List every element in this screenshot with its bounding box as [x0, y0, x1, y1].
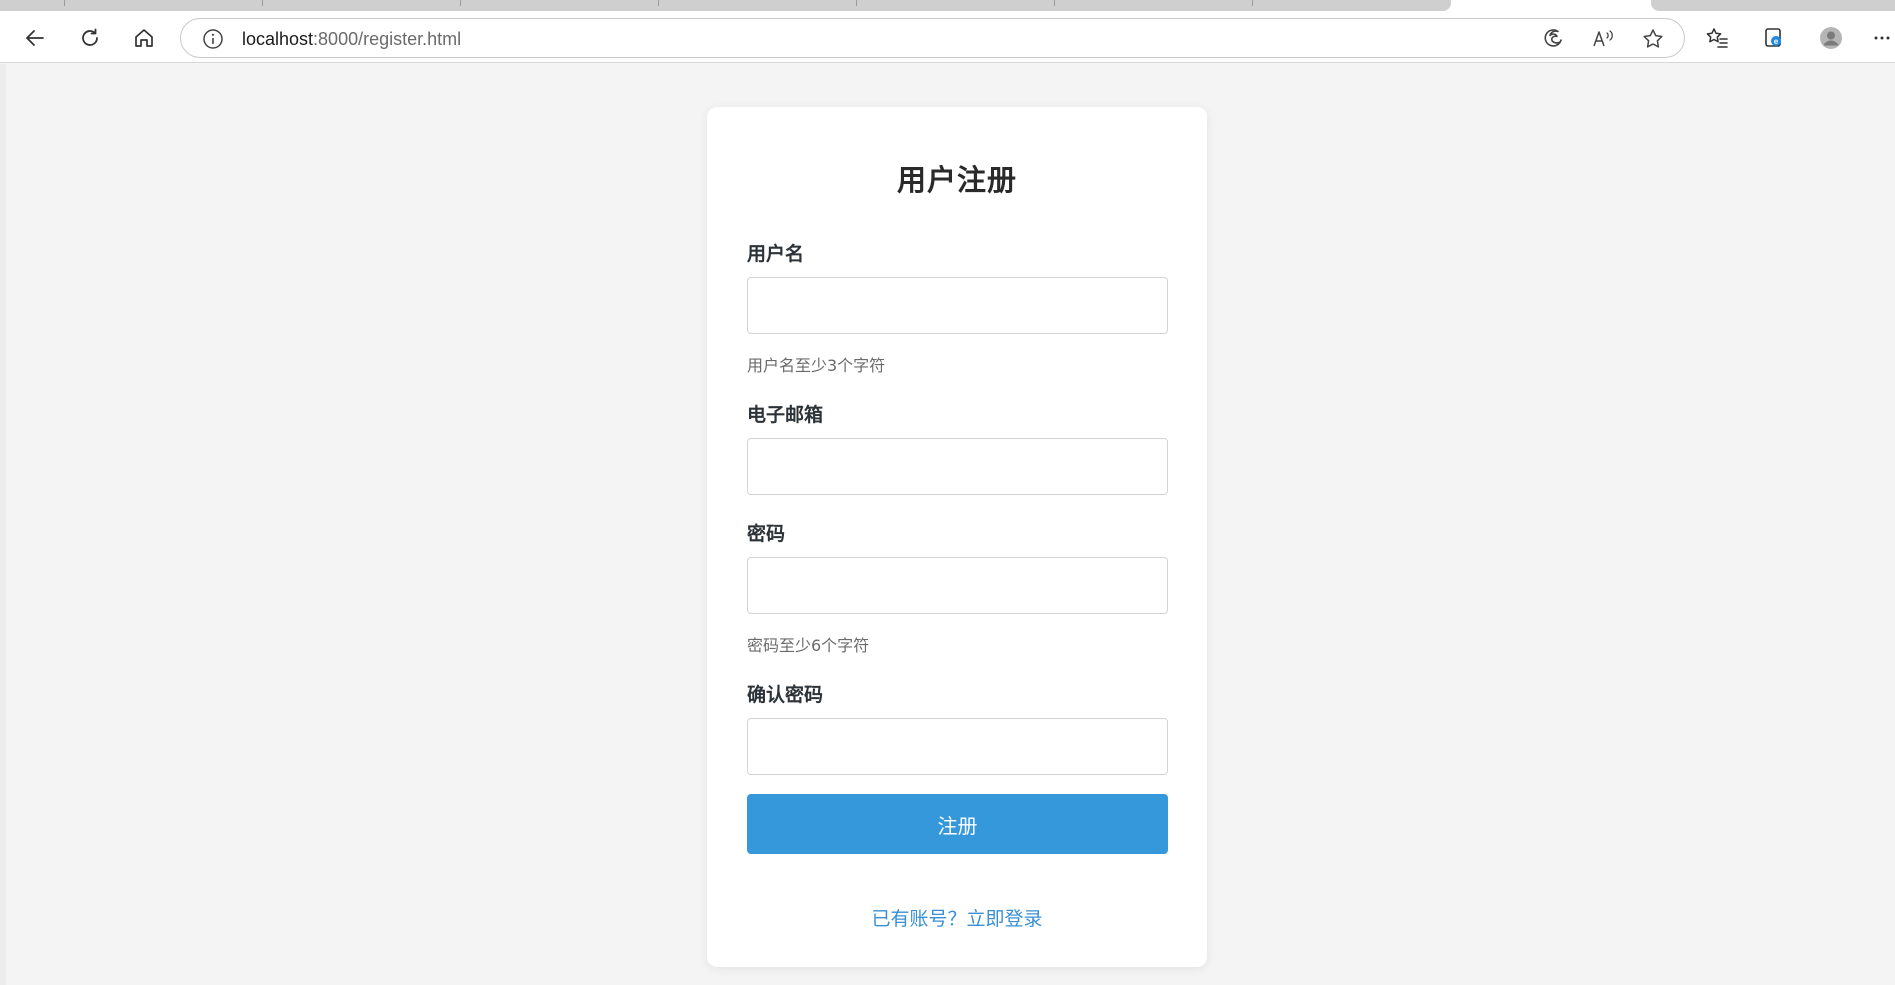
tab-separator	[1054, 0, 1055, 6]
password-input[interactable]	[747, 557, 1168, 614]
favorites-icon	[1706, 28, 1728, 48]
password-hint: 密码至少6个字符	[747, 636, 870, 655]
confirm-password-input[interactable]	[747, 718, 1168, 775]
favorites-button[interactable]	[1699, 20, 1735, 56]
profile-button[interactable]	[1813, 20, 1849, 56]
url-host: localhost	[242, 29, 314, 49]
username-label: 用户名	[747, 243, 805, 265]
url-path: :8000/register.html	[313, 29, 462, 49]
collections-button[interactable]: e	[1756, 20, 1792, 56]
tab-separator	[1252, 0, 1253, 6]
svg-text:e: e	[1774, 37, 1779, 46]
address-bar[interactable]: localhost:8000/register.html	[180, 18, 1685, 58]
register-button[interactable]: 注册	[747, 794, 1168, 854]
read-aloud-button[interactable]	[1590, 26, 1616, 52]
refresh-button[interactable]	[72, 20, 108, 56]
register-card: 用户注册 用户名 用户名至少3个字符 电子邮箱 密码 密码至少6个字符 确认密码…	[707, 107, 1207, 967]
back-icon	[26, 30, 44, 46]
login-link[interactable]: 已有账号？立即登录	[707, 904, 1207, 931]
collections-icon: e	[1765, 28, 1781, 47]
tab-separator	[658, 0, 659, 6]
favorite-star-icon	[1643, 29, 1663, 48]
tab-strip	[0, 0, 1895, 13]
read-aloud-icon	[1593, 30, 1613, 47]
password-label: 密码	[747, 523, 786, 545]
tab-separator	[262, 0, 263, 6]
tab-group-right[interactable]	[1651, 0, 1895, 11]
page-title: 用户注册	[896, 163, 1017, 197]
back-button[interactable]	[17, 20, 53, 56]
more-button[interactable]	[1868, 20, 1895, 56]
browser-toolbar: localhost:8000/register.html e	[0, 13, 1895, 63]
email-input[interactable]	[747, 438, 1168, 495]
home-button[interactable]	[126, 20, 162, 56]
tab-group[interactable]	[0, 0, 1451, 11]
username-input[interactable]	[747, 277, 1168, 334]
edge-icon	[1544, 29, 1562, 47]
tab-separator	[856, 0, 857, 6]
more-icon	[1874, 36, 1889, 40]
favorite-button[interactable]	[1640, 26, 1666, 52]
home-icon	[135, 29, 153, 47]
tab-separator	[64, 0, 65, 6]
url-text[interactable]: localhost:8000/register.html	[242, 28, 461, 50]
refresh-icon	[82, 28, 98, 46]
username-hint: 用户名至少3个字符	[747, 356, 886, 375]
info-icon[interactable]	[202, 28, 224, 50]
edge-app-button[interactable]	[1540, 26, 1566, 52]
profile-icon	[1820, 27, 1842, 49]
tab-separator	[460, 0, 461, 6]
email-label: 电子邮箱	[747, 404, 824, 426]
confirm-password-label: 确认密码	[747, 684, 824, 706]
page-viewport: 用户注册 用户名 用户名至少3个字符 电子邮箱 密码 密码至少6个字符 确认密码…	[0, 64, 1895, 985]
